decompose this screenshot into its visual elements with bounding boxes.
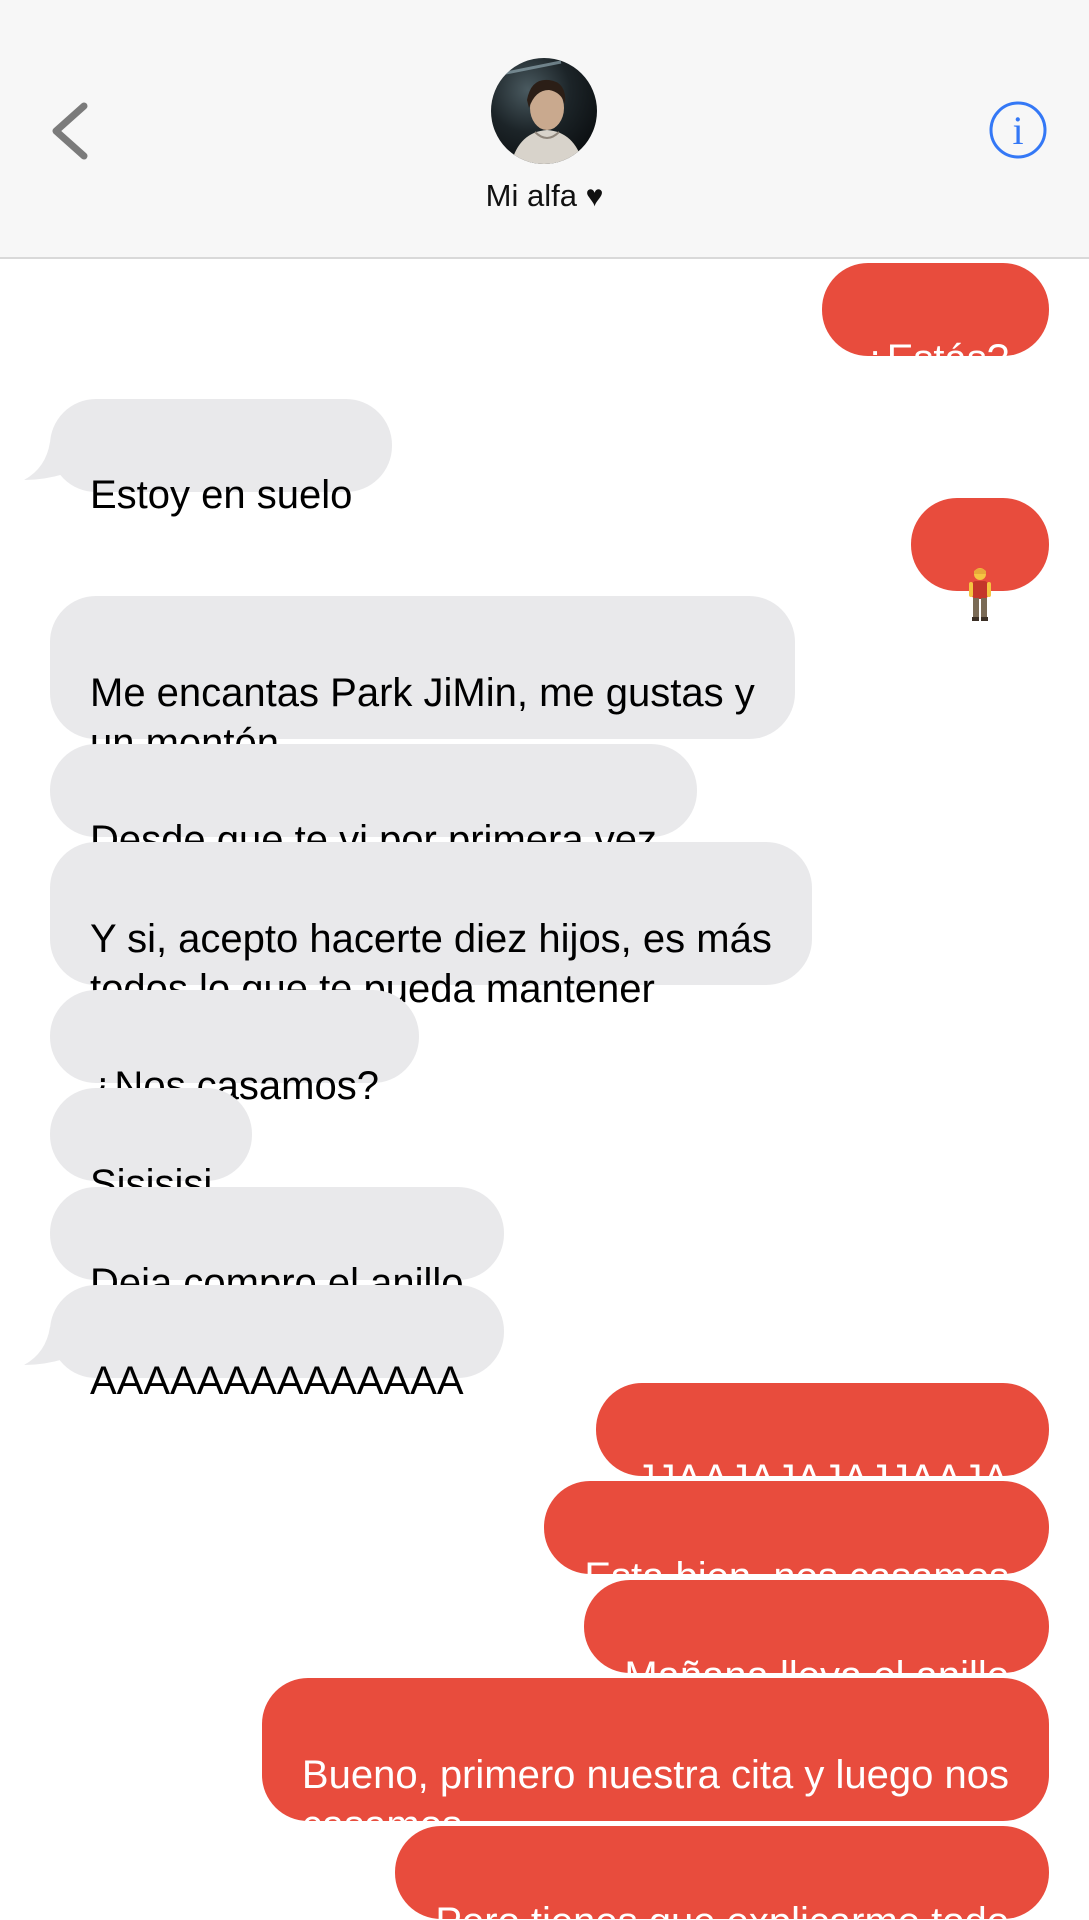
back-button[interactable] (42, 98, 102, 164)
message-bubble-received[interactable]: AAAAAAAAAAAAAA (50, 1285, 504, 1403)
heart-icon: ♥ (585, 180, 604, 213)
contact-name-text: Mi alfa (485, 178, 577, 213)
message-bubble-sent[interactable]: Pero tienes que explicarme todo (395, 1826, 1049, 1920)
contact-name[interactable]: Mi alfa ♥ (0, 178, 1089, 214)
contact-avatar[interactable] (491, 58, 597, 164)
message-bubble-received[interactable]: Me encantas Park JiMin, me gustas y un m… (50, 596, 795, 765)
info-circle-icon: i (989, 101, 1047, 159)
message-bubble-received[interactable]: ¿Nos casamos? (50, 990, 419, 1108)
message-bubble-sent[interactable]: Mañana lleva el anillo (584, 1580, 1049, 1698)
message-text: Estoy en suelo (90, 473, 353, 517)
info-glyph: i (1012, 108, 1023, 153)
message-text: AAAAAAAAAAAAAA (90, 1359, 464, 1403)
message-thread[interactable]: ¿Estás? Estoy en suelo Me encantas Park … (0, 259, 1089, 1920)
message-bubble-received[interactable]: Y si, acepto hacerte diez hijos, es más … (50, 842, 812, 1011)
person-standing-emoji (969, 568, 991, 622)
info-button[interactable]: i (988, 100, 1048, 160)
message-bubble-sent[interactable]: Esta bien, nos casamos (544, 1481, 1049, 1599)
message-bubble-sent[interactable] (911, 498, 1049, 622)
avatar-photo (491, 58, 597, 164)
message-bubble-received[interactable]: Deja compro el anillo (50, 1187, 504, 1305)
message-bubble-sent[interactable]: ¿Estás? (822, 263, 1049, 381)
chevron-left-icon (52, 102, 88, 160)
message-text: Pero tienes que explicarme todo (435, 1900, 1009, 1920)
message-bubble-sent[interactable]: JJAAJAJAJAJJAAJA (595, 1383, 1049, 1501)
message-bubble-sent[interactable]: Bueno, primero nuestra cita y luego nos … (261, 1678, 1049, 1847)
message-bubble-received[interactable]: Estoy en suelo (50, 399, 393, 517)
message-bubble-received[interactable]: Sisisisi (50, 1088, 253, 1206)
message-bubble-received[interactable]: Desde que te vi por primera vez (50, 744, 697, 862)
conversation-header: Mi alfa ♥ i (0, 0, 1089, 259)
message-text: ¿Estás? (862, 337, 1009, 381)
